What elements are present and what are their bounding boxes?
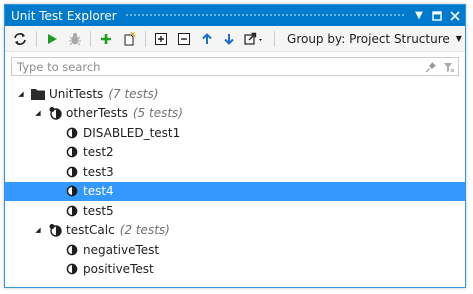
node-label: testCalc [66, 223, 115, 238]
close-icon[interactable] [447, 8, 463, 24]
tree-leaf-test[interactable]: test5 [5, 201, 465, 221]
unit-test-explorer-window: Unit Test Explorer ▼ Group by: Project S… [4, 4, 466, 288]
toolbar-separator [90, 30, 92, 47]
test-tree: ◢ UnitTests (7 tests) ◢ otherTests (5 te… [5, 84, 465, 279]
arrow-down-icon[interactable] [219, 29, 239, 49]
expanded-arrow-icon[interactable]: ◢ [16, 90, 26, 98]
node-count: (5 tests) [132, 106, 183, 121]
toolbar: Group by: Project Structure ▼ [5, 26, 465, 52]
tree-node-othertests[interactable]: ◢ otherTests (5 tests) [5, 104, 465, 124]
tree-leaf-test[interactable]: positiveTest [5, 260, 465, 280]
node-label: negativeTest [83, 242, 160, 257]
window-title: Unit Test Explorer [11, 8, 117, 23]
tree-node-testcalc[interactable]: ◢ testCalc (2 tests) [5, 221, 465, 241]
test-state-icon [64, 203, 80, 219]
tree-leaf-test-selected[interactable]: test4 [5, 181, 465, 201]
node-label: test5 [83, 203, 114, 218]
clear-filter-icon[interactable] [440, 61, 458, 73]
debug-bug-icon[interactable] [65, 29, 85, 49]
test-state-icon [64, 261, 80, 277]
expanded-arrow-icon[interactable]: ◢ [33, 226, 43, 234]
toolbar-separator [274, 30, 276, 47]
tree-node-project[interactable]: ◢ UnitTests (7 tests) [5, 84, 465, 104]
node-label: test4 [83, 184, 114, 199]
test-class-icon [47, 222, 63, 238]
group-by-dropdown[interactable]: Group by: Project Structure ▼ [284, 29, 465, 49]
test-class-icon [47, 105, 63, 121]
test-state-icon [64, 183, 80, 199]
node-count: (2 tests) [119, 223, 170, 238]
toolbar-separator [145, 30, 147, 47]
title-bar[interactable]: Unit Test Explorer ▼ [5, 5, 465, 26]
maximize-icon[interactable] [429, 8, 445, 24]
toolbar-separator [35, 30, 37, 47]
node-label: UnitTests [49, 86, 104, 101]
run-icon[interactable] [42, 29, 62, 49]
expanded-arrow-icon[interactable]: ◢ [33, 109, 43, 117]
test-state-icon [64, 125, 80, 141]
search-input[interactable] [12, 58, 422, 75]
folder-icon [30, 86, 46, 102]
search-box [11, 57, 459, 76]
group-by-label: Group by: Project Structure [287, 31, 450, 46]
refresh-icon[interactable] [10, 29, 30, 49]
chevron-down-icon: ▼ [455, 34, 462, 43]
test-state-icon [64, 242, 80, 258]
node-label: test2 [83, 145, 114, 160]
test-state-icon [64, 164, 80, 180]
title-grip [124, 13, 405, 18]
expand-all-icon[interactable] [151, 29, 171, 49]
collapse-all-icon[interactable] [174, 29, 194, 49]
add-icon[interactable] [96, 29, 116, 49]
window-menu-dropdown-icon[interactable]: ▼ [411, 8, 427, 24]
pin-icon[interactable] [422, 61, 440, 73]
test-state-icon [64, 144, 80, 160]
tree-leaf-test[interactable]: test3 [5, 162, 465, 182]
tree-leaf-test[interactable]: DISABLED_test1 [5, 123, 465, 143]
node-label: otherTests [66, 106, 128, 121]
node-label: positiveTest [83, 262, 154, 277]
node-label: DISABLED_test1 [83, 125, 181, 140]
tree-leaf-test[interactable]: negativeTest [5, 240, 465, 260]
arrow-up-icon[interactable] [197, 29, 217, 49]
export-icon[interactable] [242, 29, 268, 49]
node-count: (7 tests) [108, 86, 159, 101]
tree-leaf-test[interactable]: test2 [5, 143, 465, 163]
new-session-icon[interactable] [119, 29, 139, 49]
node-label: test3 [83, 164, 114, 179]
